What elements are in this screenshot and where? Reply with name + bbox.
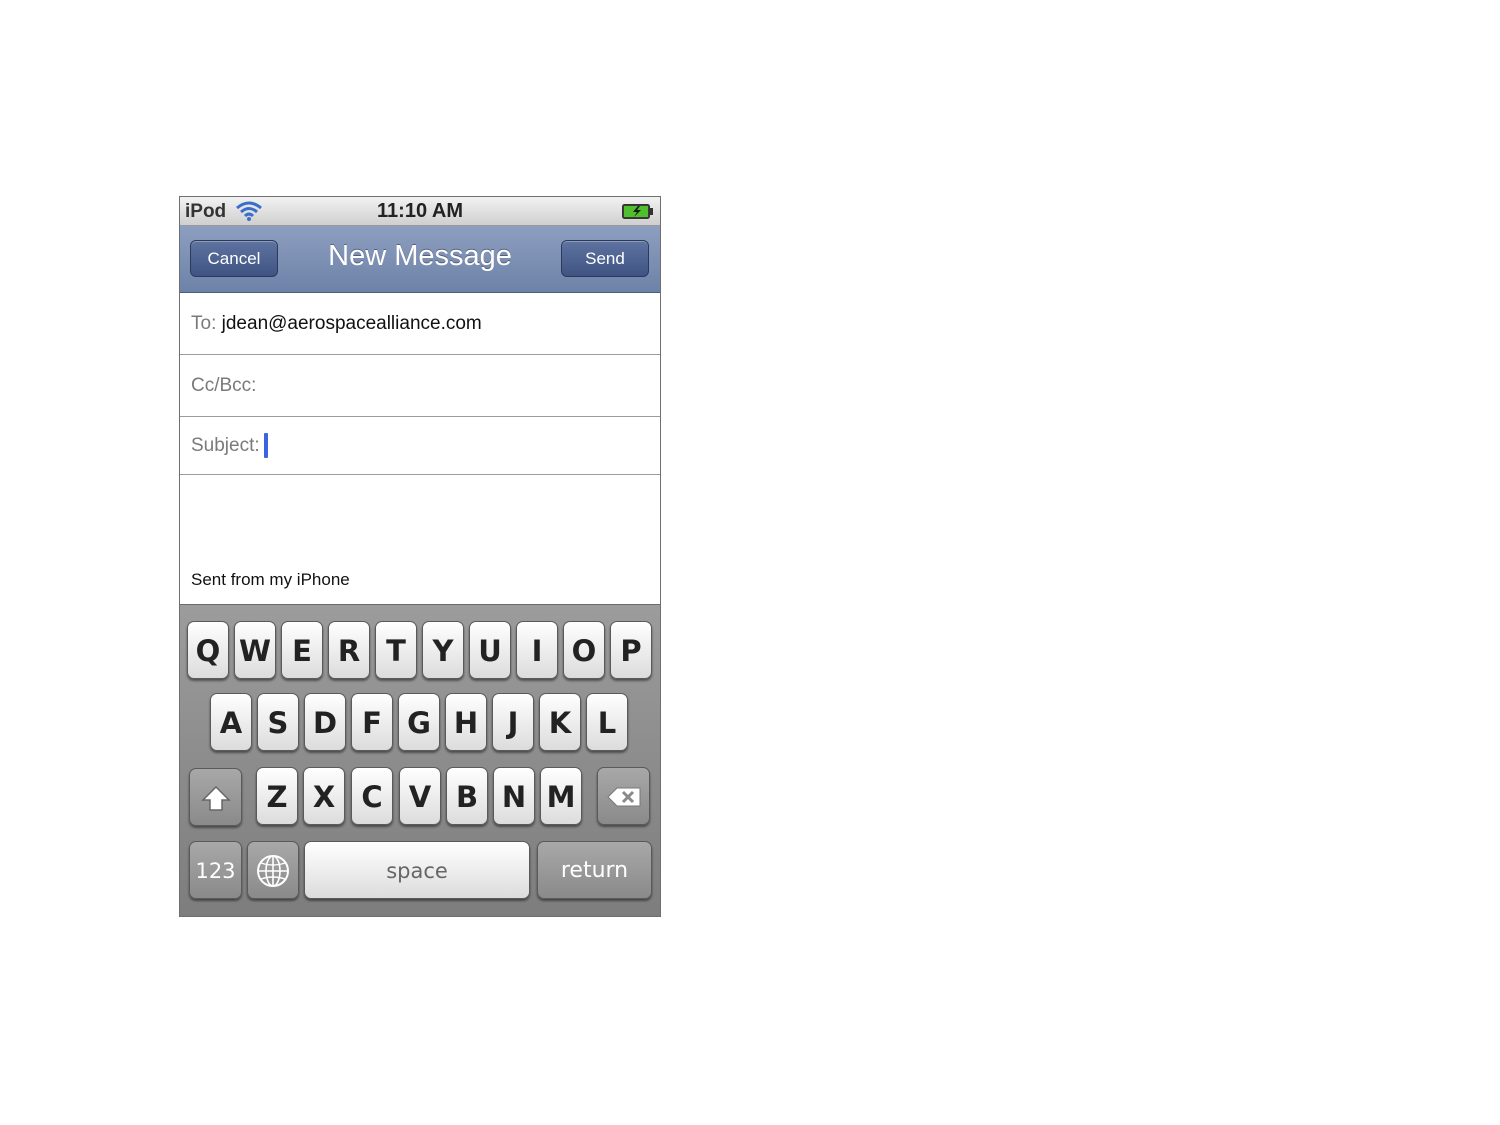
space-key[interactable]: space bbox=[304, 841, 530, 899]
to-value[interactable]: jdean@aerospacealliance.com bbox=[222, 313, 482, 334]
send-button[interactable]: Send bbox=[561, 240, 649, 277]
key-m[interactable]: M bbox=[540, 767, 582, 825]
shift-icon bbox=[190, 769, 241, 827]
key-w[interactable]: W bbox=[234, 621, 276, 679]
key-e[interactable]: E bbox=[281, 621, 323, 679]
key-n[interactable]: N bbox=[493, 767, 535, 825]
shift-key[interactable] bbox=[189, 768, 242, 826]
phone-screen: iPod 11:10 AM Cancel New Message Send To… bbox=[179, 196, 661, 917]
key-g[interactable]: G bbox=[398, 693, 440, 751]
key-l[interactable]: L bbox=[586, 693, 628, 751]
status-bar: iPod 11:10 AM bbox=[180, 197, 660, 226]
key-i[interactable]: I bbox=[516, 621, 558, 679]
key-j[interactable]: J bbox=[492, 693, 534, 751]
key-b[interactable]: B bbox=[446, 767, 488, 825]
key-o[interactable]: O bbox=[563, 621, 605, 679]
battery-charging-icon bbox=[622, 204, 654, 224]
key-h[interactable]: H bbox=[445, 693, 487, 751]
signature-text: Sent from my iPhone bbox=[191, 570, 350, 589]
key-t[interactable]: T bbox=[375, 621, 417, 679]
key-u[interactable]: U bbox=[469, 621, 511, 679]
message-body[interactable]: Sent from my iPhone bbox=[180, 475, 660, 604]
key-y[interactable]: Y bbox=[422, 621, 464, 679]
subject-label: Subject: bbox=[191, 435, 260, 456]
status-time: 11:10 AM bbox=[377, 200, 463, 222]
delete-key[interactable] bbox=[597, 767, 650, 825]
to-label: To: bbox=[191, 313, 217, 334]
globe-icon bbox=[248, 842, 298, 900]
cc-bcc-label: Cc/Bcc: bbox=[191, 375, 257, 396]
key-d[interactable]: D bbox=[304, 693, 346, 751]
subject-field[interactable]: Subject: bbox=[180, 417, 660, 475]
nav-bar: Cancel New Message Send bbox=[180, 226, 660, 293]
key-v[interactable]: V bbox=[399, 767, 441, 825]
keyboard: Q W E R T Y U I O P A S D F G H J K L Z … bbox=[180, 604, 660, 916]
key-x[interactable]: X bbox=[303, 767, 345, 825]
key-f[interactable]: F bbox=[351, 693, 393, 751]
key-k[interactable]: K bbox=[539, 693, 581, 751]
globe-key[interactable] bbox=[247, 841, 299, 899]
cc-bcc-field[interactable]: Cc/Bcc: bbox=[180, 355, 660, 417]
numbers-key[interactable]: 123 bbox=[189, 841, 242, 899]
to-field[interactable]: To: jdean@aerospacealliance.com bbox=[180, 293, 660, 355]
key-z[interactable]: Z bbox=[256, 767, 298, 825]
text-cursor bbox=[263, 433, 268, 459]
return-key[interactable]: return bbox=[537, 841, 652, 899]
key-s[interactable]: S bbox=[257, 693, 299, 751]
key-a[interactable]: A bbox=[210, 693, 252, 751]
key-q[interactable]: Q bbox=[187, 621, 229, 679]
key-c[interactable]: C bbox=[351, 767, 393, 825]
key-r[interactable]: R bbox=[328, 621, 370, 679]
key-p[interactable]: P bbox=[610, 621, 652, 679]
delete-icon bbox=[598, 768, 649, 826]
